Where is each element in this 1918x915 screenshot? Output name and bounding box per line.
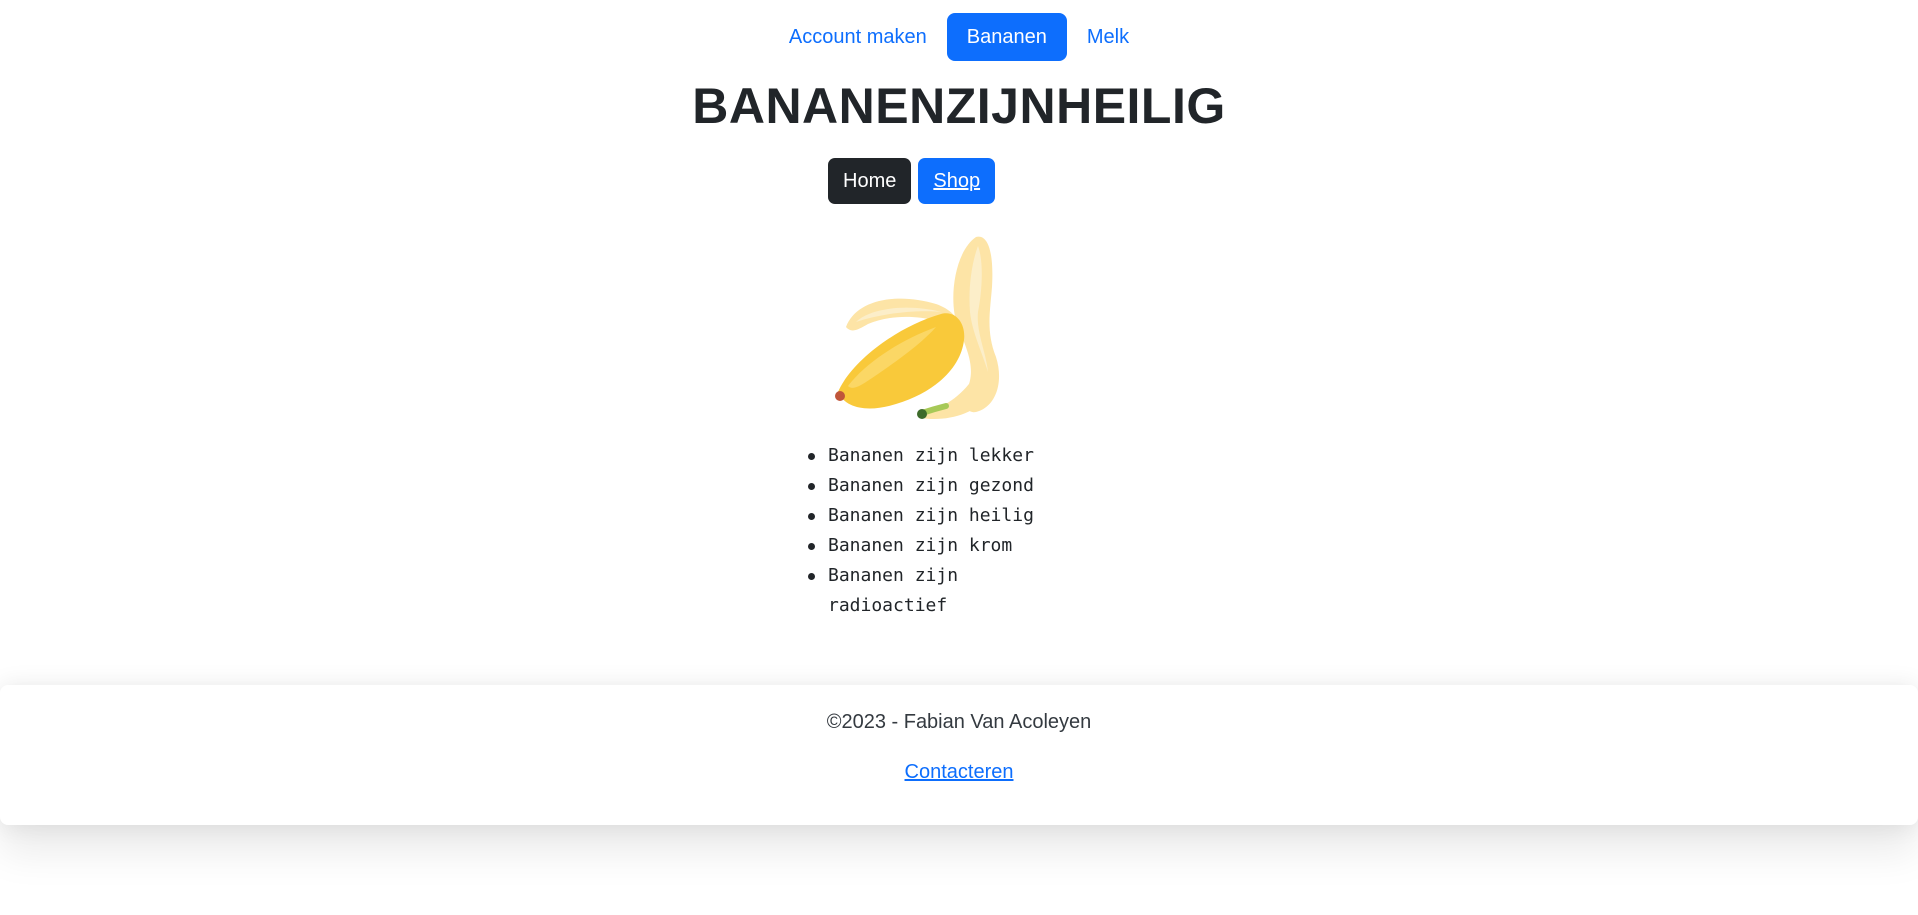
contact-link[interactable]: Contacteren <box>905 761 1014 783</box>
peeled-banana-icon <box>835 236 1000 420</box>
nav-melk[interactable]: Melk <box>1067 13 1149 61</box>
shop-button[interactable]: Shop <box>918 158 996 204</box>
home-button[interactable]: Home <box>828 158 912 204</box>
footer: ©2023 - Fabian Van Acoleyen Contacteren <box>0 685 1918 825</box>
list-item: Bananen zijn gezond <box>808 471 1058 501</box>
copyright-text: ©2023 - Fabian Van Acoleyen <box>826 711 1092 733</box>
contact-wrapper: Contacteren <box>0 761 1918 784</box>
banana-facts-list: Bananen zijn lekker Bananen zijn gezond … <box>808 441 1058 621</box>
list-item: Bananen zijn krom <box>808 531 1058 561</box>
sub-nav: Home Shop <box>828 158 996 204</box>
page: Account maken Bananen Melk BANANENZIJNHE… <box>0 0 1918 915</box>
site-title: BANANENZIJNHEILIG <box>692 78 1226 134</box>
nav-bananen[interactable]: Bananen <box>946 13 1067 61</box>
banana-image <box>826 232 1006 422</box>
list-item: Bananen zijn heilig <box>808 501 1058 531</box>
list-item: Bananen zijn lekker <box>808 441 1058 471</box>
list-item: Bananen zijn radioactief <box>808 561 1058 621</box>
nav-account-maken[interactable]: Account maken <box>769 13 947 61</box>
top-nav: Account maken Bananen Melk <box>0 13 1918 61</box>
